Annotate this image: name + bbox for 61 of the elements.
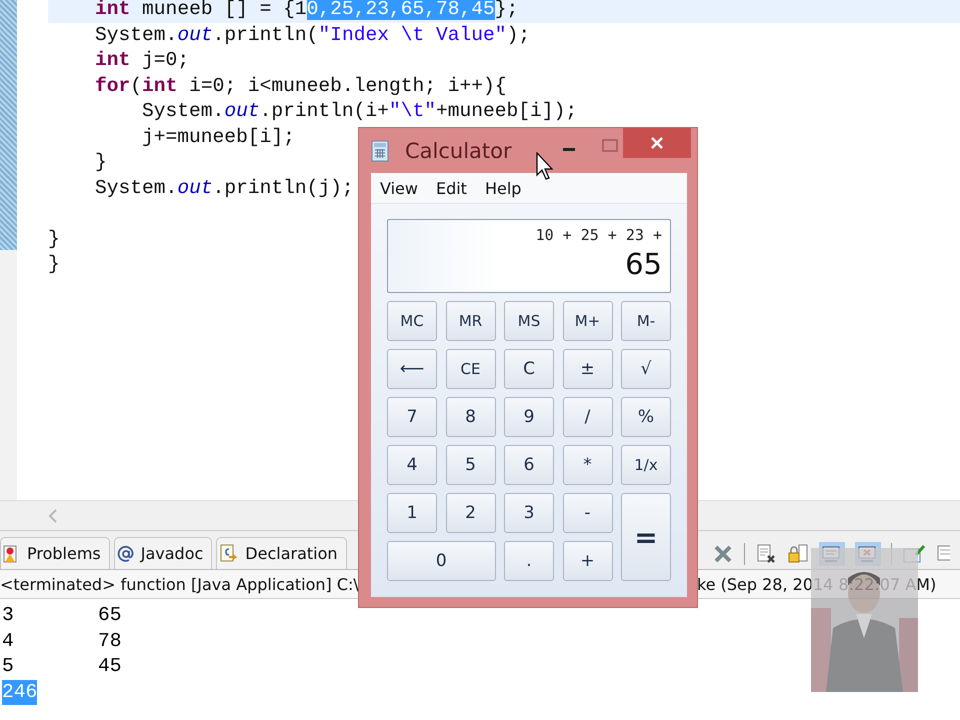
calculator-key[interactable]: 1/x [621, 445, 671, 485]
menu-item[interactable]: View [371, 178, 427, 198]
calculator-key[interactable]: 7 [387, 397, 437, 437]
calculator-key[interactable]: 8 [446, 397, 496, 437]
expression-text: 10 + 25 + 23 + [536, 226, 662, 244]
calculator-key[interactable]: 4 [387, 445, 437, 485]
calculator-key[interactable]: 6 [504, 445, 554, 485]
calculator-key[interactable]: 1 [387, 493, 437, 533]
console-output: 3 [2, 604, 14, 626]
view-tab[interactable]: Javadoc [114, 537, 212, 569]
calculator-key[interactable]: CE [446, 349, 496, 389]
code-line: } [48, 226, 60, 252]
view-tab[interactable]: Declaration [216, 537, 347, 569]
calculator-key[interactable]: 9 [504, 397, 554, 437]
clear-console-icon[interactable] [755, 543, 777, 565]
code-line: } [48, 252, 60, 277]
code-line: System.out.println(i+"\t"+muneeb[i]); [142, 99, 578, 124]
calculator-key[interactable]: M- [621, 301, 671, 341]
at-sign-icon [116, 544, 135, 562]
close-icon[interactable] [623, 128, 691, 158]
console-output: 5 [2, 655, 14, 677]
calculator-key[interactable]: 2 [446, 493, 496, 533]
window-title: Calculator [405, 138, 512, 162]
menu-item[interactable]: Edit [426, 178, 476, 198]
calculator-key[interactable]: / [562, 397, 612, 437]
console-status: <terminated> function [Java Application] C:\ [0, 574, 359, 594]
calculator-key[interactable]: MR [446, 301, 496, 341]
calculator-key[interactable]: = [621, 493, 671, 581]
code-line: int muneeb [] = {10,25,23,65,78,45}; [95, 0, 518, 22]
calculator-key[interactable]: ± [562, 349, 612, 389]
calculator-key[interactable]: 3 [504, 493, 554, 533]
calculator-key[interactable]: 5 [446, 445, 496, 485]
console-output: 246 [2, 680, 38, 704]
code-line: } [95, 150, 107, 175]
calculator-key[interactable]: √ [621, 349, 671, 389]
calculator-key[interactable]: 0 [387, 541, 496, 581]
calculator-key[interactable]: - [562, 493, 612, 533]
code-line: System.out.println(j); [95, 176, 354, 200]
calculator-key[interactable]: ⟵ [387, 349, 437, 389]
code-line: System.out.println("Index \t Value"); [95, 22, 530, 48]
console-output: 4 [2, 630, 14, 652]
menu-item[interactable]: Help [476, 178, 530, 198]
declaration-icon [219, 544, 240, 564]
calculator-key[interactable]: MC [387, 301, 437, 341]
calculator-key[interactable]: M+ [562, 301, 612, 341]
calculator-key[interactable]: C [504, 349, 554, 389]
calculator-key[interactable]: * [562, 445, 612, 485]
result-value: 65 [625, 247, 662, 281]
calculator-key[interactable]: MS [504, 301, 554, 341]
code-line: int j=0; [95, 48, 190, 73]
console-output: 65 [98, 603, 122, 628]
calculator-key[interactable]: % [621, 397, 671, 437]
code-line: for(int i=0; i<muneeb.length; i++){ [95, 74, 507, 98]
scroll-lock-icon[interactable] [787, 543, 809, 565]
console-output: 45 [98, 654, 122, 679]
calculator-icon [371, 140, 389, 162]
console-output: 78 [98, 628, 122, 654]
code-line: j+=muneeb[i]; [142, 124, 295, 150]
calculator-key[interactable]: . [504, 541, 554, 581]
calculator-key[interactable]: + [562, 541, 612, 581]
view-tab[interactable]: Problems [0, 537, 110, 569]
